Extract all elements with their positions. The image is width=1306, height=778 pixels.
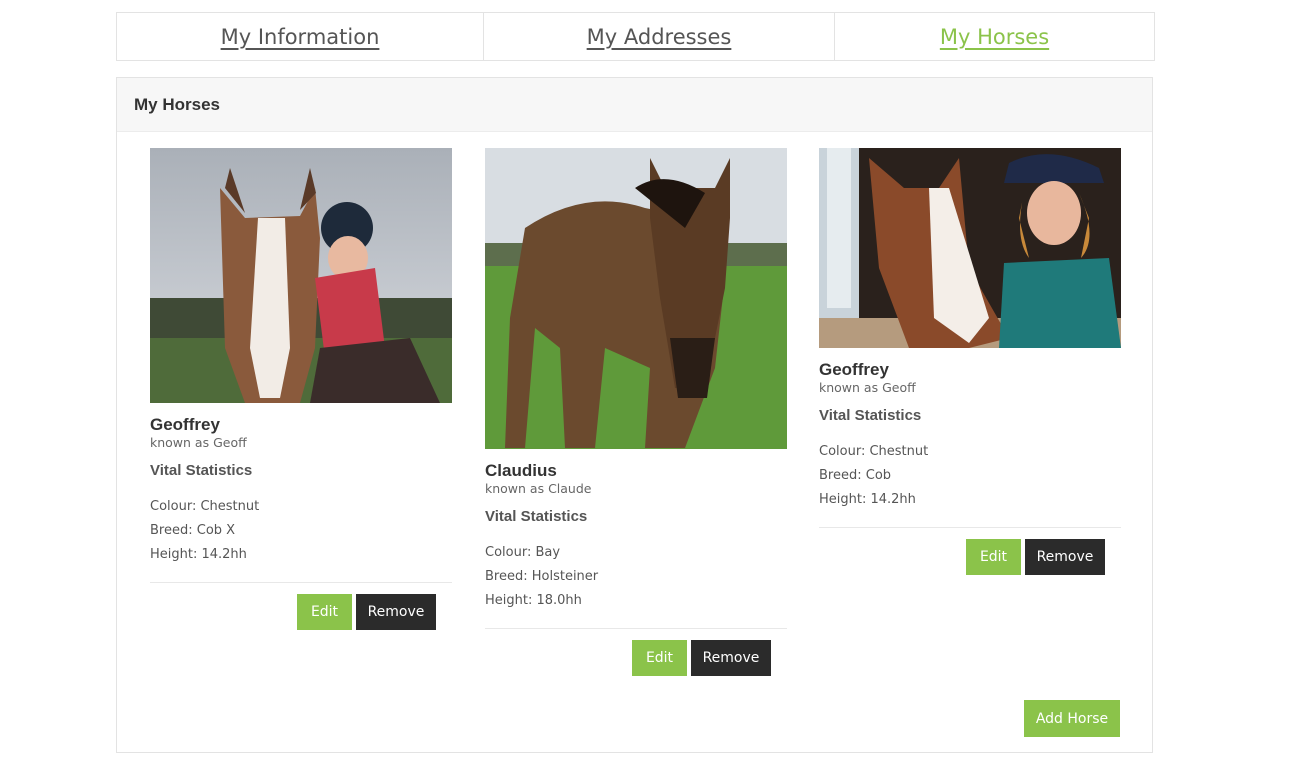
horse-card: Claudius known as Claude Vital Statistic…	[485, 148, 787, 676]
my-horses-panel: My Horses Geoffrey known as Geoff Vital …	[116, 77, 1153, 753]
remove-button[interactable]: Remove	[1025, 539, 1105, 575]
stat-height: Height: 18.0hh	[485, 593, 582, 608]
vital-statistics: Colour: Chestnut Breed: Cob Height: 14.2…	[819, 440, 1121, 512]
horse-photo	[485, 148, 787, 449]
vital-statistics-heading: Vital Statistics	[819, 407, 922, 424]
stat-colour: Colour: Bay	[485, 545, 561, 560]
card-actions: Edit Remove	[485, 640, 787, 676]
vital-statistics: Colour: Chestnut Breed: Cob X Height: 14…	[150, 495, 452, 567]
horse-photo	[150, 148, 452, 403]
stat-colour: Colour: Chestnut	[819, 444, 929, 459]
vital-statistics-heading: Vital Statistics	[150, 462, 253, 479]
remove-button[interactable]: Remove	[356, 594, 436, 630]
horse-name: Claudius	[485, 461, 557, 480]
horse-photo	[819, 148, 1121, 348]
stat-height: Height: 14.2hh	[819, 492, 916, 507]
remove-button[interactable]: Remove	[691, 640, 771, 676]
horse-card: Geoffrey known as Geoff Vital Statistics…	[819, 148, 1121, 575]
stat-breed: Breed: Cob X	[150, 523, 236, 538]
tab-my-information[interactable]: My Information	[117, 13, 484, 60]
stat-breed: Breed: Cob	[819, 468, 892, 483]
divider	[485, 628, 787, 629]
vital-statistics-heading: Vital Statistics	[485, 508, 588, 525]
stat-colour: Colour: Chestnut	[150, 499, 260, 514]
add-horse-button[interactable]: Add Horse	[1024, 700, 1120, 737]
tab-my-horses[interactable]: My Horses	[835, 13, 1154, 60]
edit-button[interactable]: Edit	[966, 539, 1021, 575]
profile-tabs: My Information My Addresses My Horses	[116, 12, 1155, 61]
edit-button[interactable]: Edit	[632, 640, 687, 676]
divider	[819, 527, 1121, 528]
card-actions: Edit Remove	[150, 594, 452, 630]
horse-nickname: known as Geoff	[150, 435, 247, 450]
horse-nickname: known as Claude	[485, 481, 592, 496]
horse-name: Geoffrey	[150, 415, 220, 434]
card-actions: Edit Remove	[819, 539, 1121, 575]
horse-name: Geoffrey	[819, 360, 889, 379]
tab-my-addresses[interactable]: My Addresses	[484, 13, 835, 60]
panel-title: My Horses	[117, 78, 1152, 132]
horse-card: Geoffrey known as Geoff Vital Statistics…	[150, 148, 452, 630]
stat-breed: Breed: Holsteiner	[485, 569, 599, 584]
edit-button[interactable]: Edit	[297, 594, 352, 630]
horse-nickname: known as Geoff	[819, 380, 916, 395]
divider	[150, 582, 452, 583]
stat-height: Height: 14.2hh	[150, 547, 247, 562]
vital-statistics: Colour: Bay Breed: Holsteiner Height: 18…	[485, 541, 787, 613]
